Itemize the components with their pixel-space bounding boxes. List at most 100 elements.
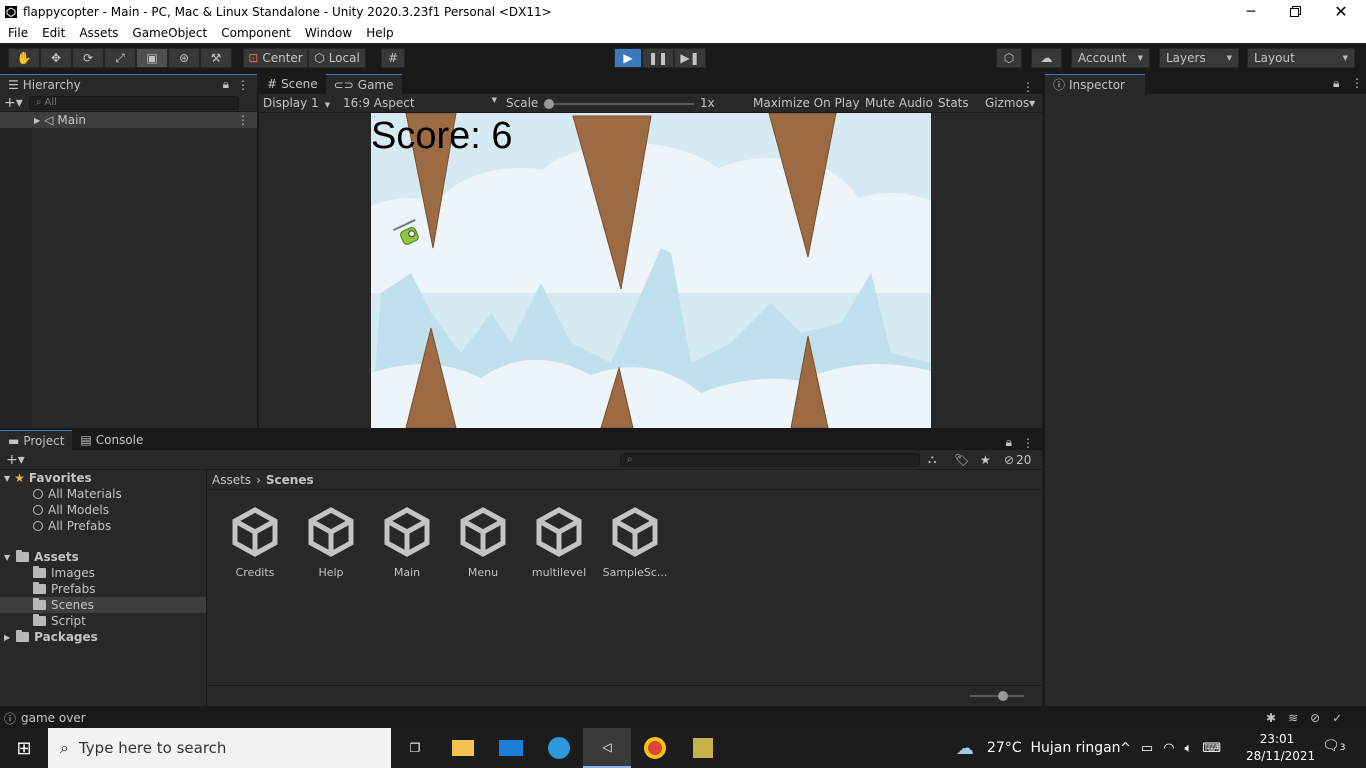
windows-start-icon[interactable]: ⊞: [0, 728, 48, 768]
scale-slider[interactable]: [544, 99, 694, 109]
kebab-menu-icon[interactable]: ⋮: [237, 78, 249, 92]
menu-assets[interactable]: Assets: [72, 26, 125, 40]
chrome-icon[interactable]: [631, 728, 679, 768]
grid-snap-icon[interactable]: #: [381, 48, 405, 68]
game-canvas[interactable]: Score: 6: [371, 113, 931, 428]
scene-menu-icon[interactable]: ⋮: [237, 113, 249, 127]
project-menu-icon[interactable]: ⋮: [1022, 436, 1034, 450]
favorite-item[interactable]: All Materials: [0, 486, 206, 502]
sheet-app-icon[interactable]: [679, 728, 727, 768]
check-icon[interactable]: ✓: [1332, 711, 1342, 725]
task-view-icon[interactable]: ❐: [391, 728, 439, 768]
menu-component[interactable]: Component: [214, 26, 298, 40]
breadcrumb-scenes[interactable]: Scenes: [266, 473, 314, 487]
hidden-packages-toggle[interactable]: ⊘ 20: [1004, 453, 1031, 467]
menu-gameobject[interactable]: GameObject: [125, 26, 214, 40]
favorites-group[interactable]: ▼ ★ Favorites: [0, 470, 206, 486]
expand-arrow-icon[interactable]: ▼: [4, 553, 10, 562]
maximize-on-play-toggle[interactable]: Maximize On Play: [753, 96, 860, 110]
folder-item-script[interactable]: Script: [0, 613, 206, 629]
hierarchy-search-input[interactable]: ⌕ All: [28, 95, 239, 110]
battery-icon[interactable]: ▭: [1141, 741, 1153, 756]
scale-slider-handle[interactable]: [544, 99, 554, 109]
status-message[interactable]: game over: [21, 711, 86, 725]
wifi-icon[interactable]: ◠: [1163, 741, 1174, 756]
unity-taskbar-icon[interactable]: ◁: [583, 728, 631, 768]
collab-icon[interactable]: ⬡: [996, 48, 1022, 68]
scale-tool-icon[interactable]: ⤢: [104, 48, 136, 68]
tab-hierarchy[interactable]: ☰ Hierarchy 🔒︎ ⋮: [0, 74, 257, 94]
favorite-item[interactable]: All Prefabs: [0, 518, 206, 534]
keyboard-icon[interactable]: ⌨: [1202, 741, 1221, 756]
icon-size-slider-handle[interactable]: [998, 691, 1008, 701]
scene-asset-item[interactable]: Menu: [445, 504, 521, 579]
move-tool-icon[interactable]: ✥: [40, 48, 72, 68]
play-button[interactable]: ▶: [614, 48, 642, 68]
game-view-menu-icon[interactable]: ⋮: [1022, 80, 1042, 94]
lock-icon[interactable]: 🔒︎: [223, 77, 229, 92]
create-asset-button[interactable]: +▾: [6, 452, 25, 468]
step-button[interactable]: ▶❚: [674, 48, 706, 68]
layers-dropdown[interactable]: Layers: [1159, 48, 1239, 68]
menu-help[interactable]: Help: [359, 26, 400, 40]
folder-item-prefabs[interactable]: Prefabs: [0, 581, 206, 597]
tab-scene[interactable]: # Scene: [259, 74, 326, 94]
scene-asset-item[interactable]: Credits: [217, 504, 293, 579]
custom-tool-icon[interactable]: ⚒: [200, 48, 232, 68]
project-search-input[interactable]: ⌕: [620, 452, 920, 467]
debug-icon[interactable]: ✱: [1266, 711, 1276, 725]
edge-browser-icon[interactable]: [535, 728, 583, 768]
inspector-menu-icon[interactable]: ⋮: [1351, 76, 1363, 90]
breadcrumb-assets[interactable]: Assets: [212, 473, 251, 487]
scene-asset-item[interactable]: multilevel: [521, 504, 597, 579]
favorite-item[interactable]: All Models: [0, 502, 206, 518]
search-by-type-icon[interactable]: ⛬: [928, 452, 936, 467]
hierarchy-scene-main[interactable]: ▶ ◁ Main ⋮: [0, 112, 257, 128]
tab-console[interactable]: ▤ Console: [72, 430, 151, 450]
chevron-up-icon[interactable]: ^: [1120, 741, 1131, 756]
aspect-dropdown[interactable]: 16:9 Aspect ▼: [343, 96, 497, 110]
weather-text[interactable]: 27°C Hujan ringan: [987, 740, 1121, 756]
layout-dropdown[interactable]: Layout: [1247, 48, 1355, 68]
clock[interactable]: 23:01 28/11/2021: [1246, 731, 1315, 765]
pivot-space-toggle[interactable]: ⬡ Local: [308, 48, 366, 68]
weather-cloud-icon[interactable]: ☁: [956, 738, 974, 759]
packages-group[interactable]: ▶ Packages: [0, 629, 206, 645]
stats-toggle[interactable]: Stats: [938, 96, 969, 110]
mute-audio-toggle[interactable]: Mute Audio: [865, 96, 933, 110]
folder-item-images[interactable]: Images: [0, 565, 206, 581]
gizmos-toggle[interactable]: Gizmos: [985, 96, 1029, 110]
volume-icon[interactable]: 🔈︎: [1185, 741, 1193, 756]
no-compile-icon[interactable]: ⊘: [1310, 711, 1320, 725]
tab-project[interactable]: ▬ Project: [0, 430, 73, 450]
gizmos-dropdown-icon[interactable]: ▼: [1029, 99, 1035, 108]
close-button[interactable]: ✕: [1326, 0, 1356, 23]
add-object-button[interactable]: +▾: [4, 95, 23, 111]
search-by-label-icon[interactable]: 🏷︎: [954, 453, 969, 467]
rect-tool-icon[interactable]: ▣: [136, 48, 168, 68]
tab-game[interactable]: ⊂⊃ Game: [325, 74, 402, 94]
tab-inspector[interactable]: ⓘ Inspector: [1045, 74, 1145, 94]
progress-icon[interactable]: ≋: [1288, 711, 1298, 725]
notification-center-icon[interactable]: 🗨︎3: [1322, 738, 1346, 754]
transform-tool-icon[interactable]: ⊛: [168, 48, 200, 68]
icon-size-slider[interactable]: [970, 691, 1024, 701]
favorite-star-icon[interactable]: ★: [980, 453, 991, 467]
menu-edit[interactable]: Edit: [35, 26, 72, 40]
taskbar-search-input[interactable]: ⌕ Type here to search: [48, 728, 391, 768]
cloud-icon[interactable]: ☁: [1031, 48, 1062, 68]
menu-file[interactable]: File: [1, 26, 35, 40]
file-explorer-icon[interactable]: [439, 728, 487, 768]
hand-tool-icon[interactable]: ✋: [8, 48, 40, 68]
folder-item-scenes[interactable]: Scenes: [0, 597, 206, 613]
scene-asset-item[interactable]: SampleSc...: [597, 504, 673, 579]
expand-arrow-icon[interactable]: ▶: [34, 116, 40, 125]
menu-window[interactable]: Window: [298, 26, 359, 40]
pivot-center-toggle[interactable]: ⊡ Center: [243, 48, 308, 68]
expand-arrow-icon[interactable]: ▼: [4, 474, 10, 483]
minimize-button[interactable]: ─: [1236, 0, 1266, 23]
restore-button[interactable]: [1280, 0, 1310, 23]
display-dropdown[interactable]: Display 1: [263, 96, 330, 110]
pause-button[interactable]: ❚❚: [642, 48, 674, 68]
rotate-tool-icon[interactable]: ⟳: [72, 48, 104, 68]
